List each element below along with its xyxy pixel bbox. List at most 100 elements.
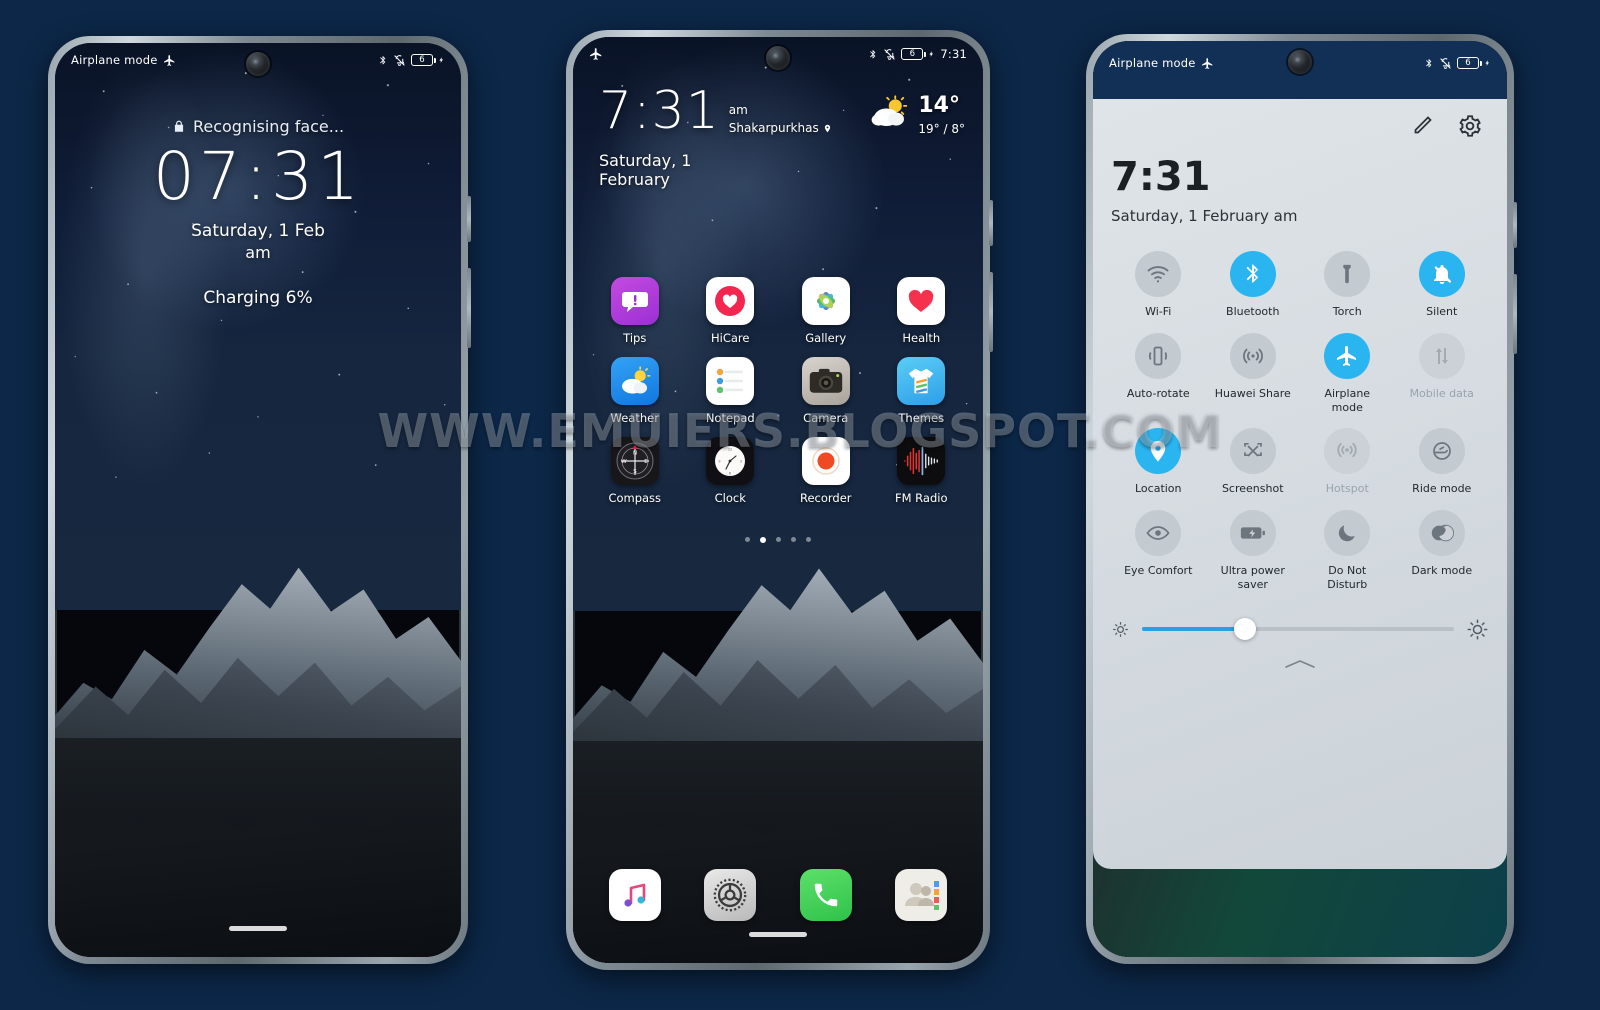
location-pin-icon <box>823 123 832 134</box>
edit-pencil-icon[interactable] <box>1409 113 1435 139</box>
panel-time: 7:31 <box>1111 154 1211 200</box>
notepad-icon <box>706 357 755 405</box>
app-icon-notepad[interactable]: Notepad <box>683 357 779 425</box>
widget-temp-low: 8° <box>951 122 965 136</box>
toggle-label: Dark mode <box>1411 564 1473 577</box>
side-button-power[interactable] <box>989 272 993 352</box>
charging-bolt-icon <box>928 48 935 60</box>
expand-panel-handle[interactable] <box>1111 657 1489 671</box>
side-button-power[interactable] <box>1513 274 1517 354</box>
toggle-auto-rotate[interactable]: Auto-rotate <box>1111 332 1206 415</box>
app-grid: Tips HiCare Gallery Health Weather Notep… <box>587 277 969 505</box>
battery-icon: 6 <box>1457 57 1482 69</box>
svg-text:N: N <box>633 451 637 457</box>
app-icon-themes[interactable]: Themes <box>874 357 970 425</box>
face-unlock-text: Recognising face... <box>192 117 345 136</box>
page-dot[interactable] <box>791 537 796 542</box>
toggle-eye-comfort[interactable]: Eye Comfort <box>1111 510 1206 592</box>
toggle-label: Do Not Disturb <box>1327 564 1368 591</box>
side-button-volume[interactable] <box>467 196 471 242</box>
camera-icon <box>801 357 850 405</box>
toggle-screenshot[interactable]: Screenshot <box>1206 428 1301 496</box>
app-label: Camera <box>803 411 849 425</box>
toggle-bluetooth[interactable]: Bluetooth <box>1206 251 1301 319</box>
toggle-label: Ride mode <box>1412 482 1472 496</box>
lock-screen-content: Recognising face... 07:31 Saturday, 1 Fe… <box>55 43 461 957</box>
toggle-wifi[interactable]: Wi-Fi <box>1111 251 1206 319</box>
dock <box>587 869 969 921</box>
widget-temp-separator: / <box>943 122 948 136</box>
widget-time: 7:31 <box>599 81 720 141</box>
page-dot[interactable] <box>806 537 811 542</box>
dock-item-phone[interactable] <box>778 869 874 921</box>
app-icon-weather[interactable]: Weather <box>587 357 683 425</box>
svg-text:12: 12 <box>728 448 732 452</box>
toggle-torch[interactable]: Torch <box>1300 251 1395 319</box>
toggle-location[interactable]: Location <box>1111 428 1206 496</box>
toggle-airplane-mode[interactable]: Airplane mode <box>1300 332 1395 415</box>
wifi-icon <box>1135 251 1182 297</box>
home-screen-content: 7:31 Saturday, 1 February am Shakarpurkh… <box>573 37 983 963</box>
toggle-do-not-disturb[interactable]: Do Not Disturb <box>1300 510 1395 592</box>
dock-item-settings[interactable] <box>683 869 779 921</box>
dock-item-music[interactable] <box>587 869 683 921</box>
mobile-data-icon <box>1418 332 1465 379</box>
toggle-ultra-power-saver[interactable]: Ultra power saver <box>1206 510 1301 592</box>
widget-location: Shakarpurkhas <box>728 121 819 135</box>
app-icon-fm-radio[interactable]: FM Radio <box>874 437 970 505</box>
airplane-icon <box>163 54 176 67</box>
brightness-slider[interactable] <box>1111 618 1489 641</box>
widget-meridiem: am <box>728 103 748 117</box>
brightness-fill <box>1142 627 1245 631</box>
side-button-volume[interactable] <box>1513 202 1517 248</box>
airplane-mode-label: Airplane mode <box>1109 56 1196 70</box>
app-icon-health[interactable]: Health <box>874 277 970 345</box>
lock-screen-date: Saturday, 1 Feb <box>191 221 325 242</box>
app-icon-gallery[interactable]: Gallery <box>778 277 874 345</box>
quick-toggles-grid: Wi-Fi Bluetooth Torch Silent Auto-rotate… <box>1111 251 1489 592</box>
app-icon-tips[interactable]: Tips <box>587 277 683 345</box>
toggle-huawei-share[interactable]: Huawei Share <box>1206 332 1301 415</box>
app-icon-recorder[interactable]: Recorder <box>778 437 874 505</box>
charging-bolt-icon <box>438 54 445 66</box>
toggle-dark-mode[interactable]: Dark mode <box>1395 510 1490 592</box>
app-icon-clock[interactable]: 12 3 6 9 Clock <box>683 437 779 505</box>
app-icon-camera[interactable]: Camera <box>778 357 874 425</box>
hotspot-icon <box>1324 428 1371 475</box>
phone-icon <box>799 869 852 921</box>
home-indicator[interactable] <box>229 926 287 931</box>
toggle-mobile-data[interactable]: Mobile data <box>1395 332 1490 415</box>
app-label: Gallery <box>805 331 847 345</box>
torch-icon <box>1324 251 1371 297</box>
battery-icon: 6 <box>411 54 436 66</box>
widget-temp-high: 19° <box>918 122 940 136</box>
helmet-icon <box>1418 428 1465 475</box>
brightness-low-icon <box>1111 620 1130 639</box>
side-button-volume[interactable] <box>989 200 993 246</box>
app-icon-compass[interactable]: N S W E Compass <box>587 437 683 505</box>
clock-weather-widget[interactable]: 7:31 Saturday, 1 February am Shakarpurkh… <box>599 81 965 189</box>
toggle-hotspot[interactable]: Hotspot <box>1300 428 1395 496</box>
gallery-icon <box>801 277 850 325</box>
charging-status: Charging 6% <box>203 288 313 309</box>
settings-gear-icon[interactable] <box>1457 113 1483 139</box>
toggle-ride-mode[interactable]: Ride mode <box>1395 428 1490 496</box>
location-pin-icon <box>1135 428 1182 475</box>
page-dot[interactable] <box>776 537 781 542</box>
fm-radio-icon <box>897 437 946 485</box>
home-indicator[interactable] <box>749 932 807 937</box>
widget-temp-current: 14° <box>918 93 960 118</box>
dock-item-contacts[interactable] <box>874 869 970 921</box>
phone-lock-screen: Airplane mode 6 Recognising face... 07:3… <box>48 36 471 964</box>
app-icon-hicare[interactable]: HiCare <box>683 277 779 345</box>
brightness-track[interactable] <box>1142 618 1454 640</box>
toggle-label: Mobile data <box>1409 386 1474 400</box>
side-button-power[interactable] <box>467 268 471 348</box>
toggle-label: Airplane mode <box>1324 386 1371 414</box>
brightness-knob[interactable] <box>1233 618 1256 640</box>
page-dot-active[interactable] <box>760 537 766 543</box>
page-dot[interactable] <box>745 537 750 542</box>
toggle-label: Huawei Share <box>1214 386 1291 400</box>
toggle-label: Eye Comfort <box>1124 564 1193 577</box>
toggle-silent[interactable]: Silent <box>1395 251 1490 319</box>
